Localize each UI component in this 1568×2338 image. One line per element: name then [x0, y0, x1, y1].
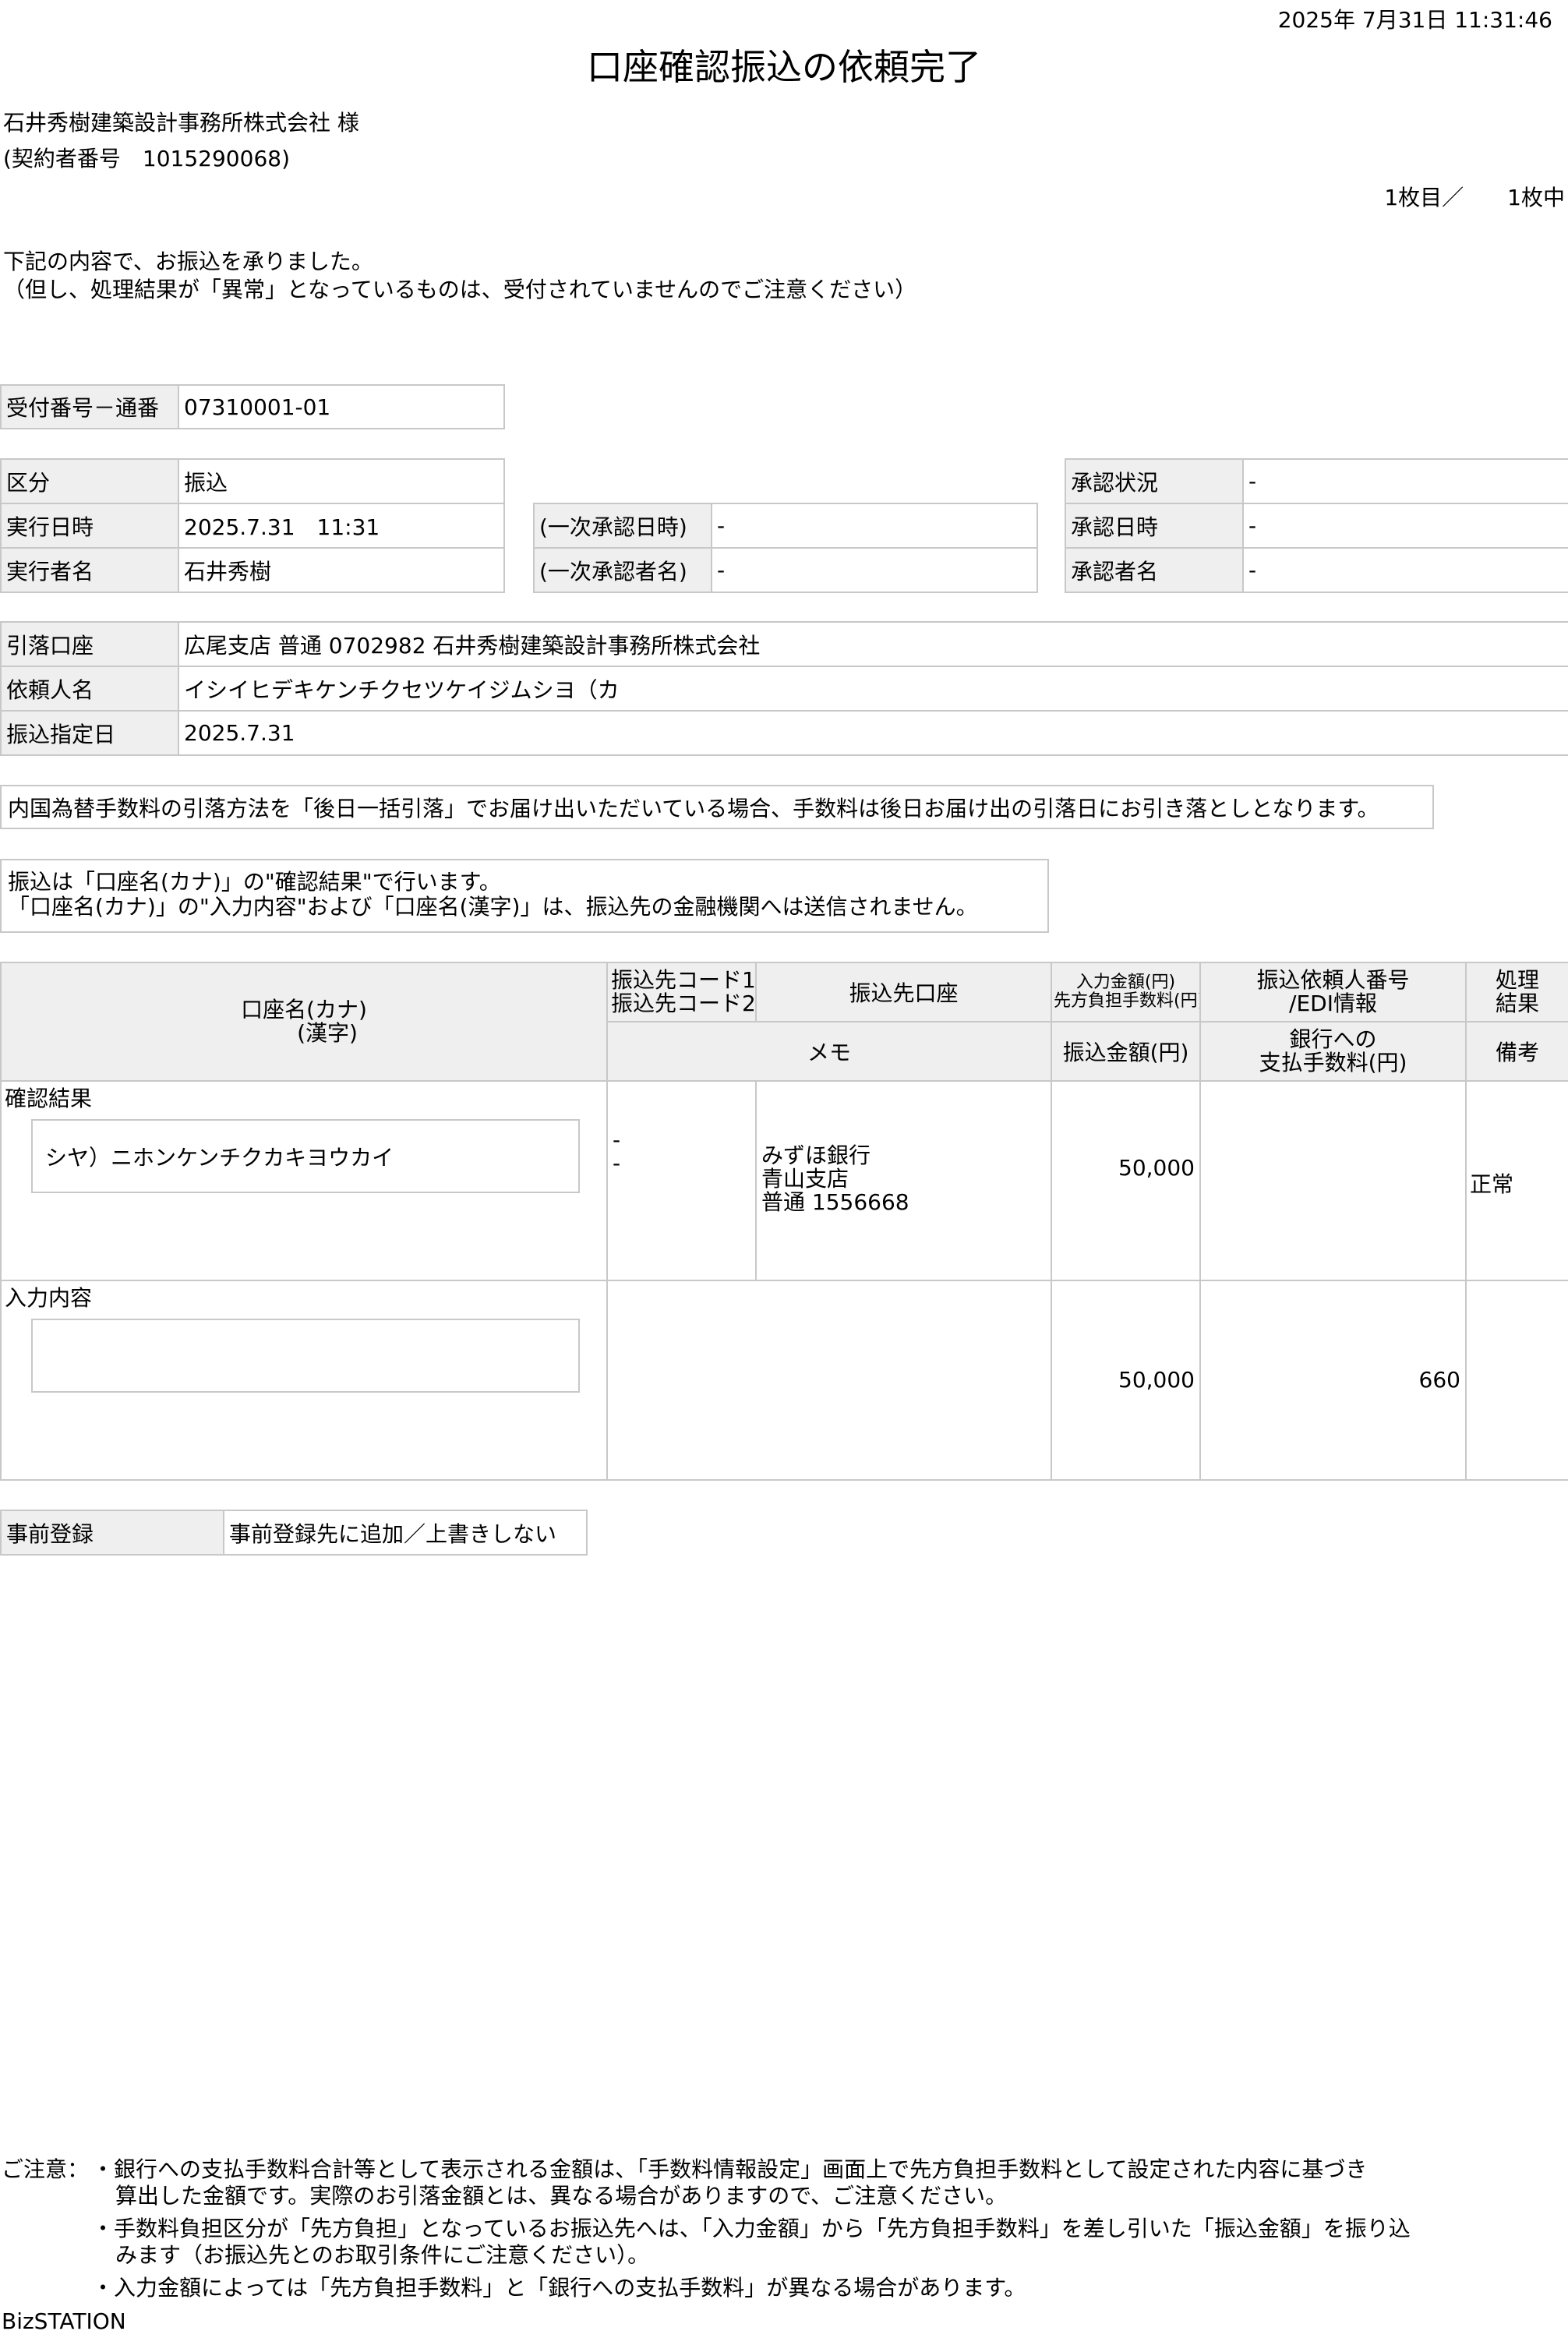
approval-person-label: 承認者名 — [1065, 547, 1244, 593]
intro-line-2: （但し、処理結果が「異常」となっているものは、受付されていませんのでご注意くださ… — [3, 277, 917, 302]
bank-fee: 660 — [1199, 1280, 1467, 1481]
kana-note-line-1: 振込は「口座名(カナ)」の"確認結果"で行います。 — [8, 869, 501, 895]
approval-date-label: 承認日時 — [1065, 503, 1244, 549]
receipt-table: 受付番号－通番 07310001-01 — [0, 384, 505, 429]
header-bank-fee: 銀行への 支払手数料(円) — [1199, 1021, 1467, 1082]
header-requester-no: 振込依頼人番号 — [1256, 967, 1410, 993]
header-bank-fee-2: 支払手数料(円) — [1259, 1050, 1407, 1075]
dest-account-cell: みずほ銀行 青山支店 普通 1556668 — [755, 1080, 1052, 1281]
confirm-amount: 50,000 — [1051, 1080, 1201, 1281]
note-1b: 算出した金額です。実際のお引落金額とは、異なる場合がありますので、ご注意ください… — [115, 2183, 1008, 2209]
dest-account-number: 普通 1556668 — [761, 1189, 909, 1215]
exec-person-label: 実行者名 — [0, 547, 179, 593]
header-dest-account: 振込先口座 — [755, 962, 1052, 1022]
header-memo: メモ — [606, 1021, 1052, 1082]
header-edi: /EDI情報 — [1289, 991, 1377, 1016]
status-badge: 正常 — [1465, 1080, 1568, 1281]
header-bank-fee-1: 銀行への — [1289, 1026, 1377, 1052]
debit-account-value: 広尾支店 普通 0702982 石井秀樹建築設計事務所株式会社 — [178, 621, 1568, 667]
approval-table: 承認状況 - 承認日時 - 承認者名 - — [1065, 458, 1568, 593]
dest-branch: 青山支店 — [761, 1166, 849, 1192]
first-approval-person-label: (一次承認者名) — [533, 547, 712, 593]
input-amount: 50,000 — [1051, 1280, 1201, 1481]
exec-date-label: 実行日時 — [0, 503, 179, 549]
confirm-name: シヤ）ニホンケンチクカキヨウカイ — [45, 1144, 394, 1171]
transfer-detail-table: 口座名(カナ) (漢字) 振込先コード1 振込先コード2 振込先口座 入力金額(… — [0, 962, 1568, 1481]
header-result-2: 結果 — [1495, 991, 1539, 1016]
memo-cell — [606, 1280, 1052, 1481]
kana-note-line-2: 「口座名(カナ)」の"入力内容"および「口座名(漢字)」は、振込先の金融機関へは… — [8, 894, 978, 920]
header-code-1: 振込先コード1 — [611, 967, 756, 993]
confirm-result-label: 確認結果 — [5, 1086, 93, 1111]
input-content-cell: 入力内容 — [0, 1280, 608, 1481]
page-title: 口座確認振込の依頼完了 — [587, 46, 981, 88]
dest-code-cell: - - — [606, 1080, 757, 1281]
dest-bank: みずほ銀行 — [761, 1143, 871, 1168]
header-transfer-amount: 振込金額(円) — [1051, 1021, 1201, 1082]
requester-label: 依頼人名 — [0, 666, 179, 712]
company-name: 石井秀樹建築設計事務所株式会社 様 — [3, 110, 359, 136]
pre-registration-value: 事前登録先に追加／上書きしない — [223, 1510, 588, 1556]
header-input-amount: 入力金額(円) — [1075, 973, 1176, 992]
transfer-date-value: 2025.7.31 — [178, 710, 1568, 756]
remarks-cell — [1465, 1280, 1568, 1481]
account-table: 引落口座 広尾支店 普通 0702982 石井秀樹建築設計事務所株式会社 依頼人… — [0, 621, 1568, 756]
pre-registration-table: 事前登録 事前登録先に追加／上書きしない — [0, 1510, 588, 1556]
table-row: 入力内容 50,000 660 — [0, 1280, 1568, 1481]
execution-table: 区分 振込 実行日時 2025.7.31 11:31 実行者名 石井秀樹 — [0, 458, 505, 593]
approval-date-value: - — [1242, 503, 1568, 549]
input-content-label: 入力内容 — [5, 1285, 93, 1311]
contract-number: (契約者番号 1015290068) — [3, 146, 290, 171]
timestamp: 2025年 7月31日 11:31:46 — [1277, 7, 1552, 33]
exec-date-value: 2025.7.31 11:31 — [178, 503, 505, 549]
exec-person-value: 石井秀樹 — [178, 547, 505, 593]
footer-brand: BizSTATION — [2, 2308, 126, 2334]
header-requester: 振込依頼人番号 /EDI情報 — [1199, 962, 1467, 1022]
table-row: 確認結果 シヤ）ニホンケンチクカキヨウカイ - - みずほ銀行 青山支店 普通 … — [0, 1080, 1568, 1281]
header-result: 処理 結果 — [1465, 962, 1568, 1022]
input-name-box — [31, 1319, 580, 1393]
approval-status-label: 承認状況 — [1065, 458, 1244, 504]
fee-note: 内国為替手数料の引落方法を「後日一括引落」でお届け出いただいている場合、手数料は… — [0, 785, 1434, 829]
intro-line-1: 下記の内容で、お振込を承りました。 — [3, 249, 373, 274]
debit-account-label: 引落口座 — [0, 621, 179, 667]
first-approval-table: (一次承認日時) - (一次承認者名) - — [533, 503, 1038, 593]
note-2b: みます（お振込先とのお取引条件にご注意ください）。 — [115, 2242, 650, 2268]
requester-no-cell — [1199, 1080, 1467, 1281]
first-approval-person-value: - — [711, 547, 1038, 593]
header-account-name-kana: 口座名(カナ) — [241, 997, 367, 1022]
approval-status-value: - — [1242, 458, 1568, 504]
approval-person-value: - — [1242, 547, 1568, 593]
page-count: 1枚目／ 1枚中 — [1384, 185, 1565, 210]
first-approval-date-label: (一次承認日時) — [533, 503, 712, 549]
header-dest-codes: 振込先コード1 振込先コード2 — [606, 962, 757, 1022]
requester-value: イシイヒデキケンチクセツケイジムシヨ（カ — [178, 666, 1568, 712]
kana-note: 振込は「口座名(カナ)」の"確認結果"で行います。 「口座名(カナ)」の"入力内… — [0, 859, 1049, 933]
header-result-1: 処理 — [1495, 967, 1539, 993]
transfer-date-label: 振込指定日 — [0, 710, 179, 756]
dest-code-2: - — [613, 1150, 621, 1176]
pre-registration-label: 事前登録 — [0, 1510, 224, 1556]
kubun-label: 区分 — [0, 458, 179, 504]
notes-prefix: ご注意： — [2, 2156, 90, 2182]
note-3: ・入力金額によっては「先方負担手数料」と「銀行への支払手数料」が異なる場合があり… — [92, 2275, 1026, 2301]
header-prepaid-fee: 先方負担手数料(円) — [1054, 991, 1200, 1011]
first-approval-date-value: - — [711, 503, 1038, 549]
receipt-label: 受付番号－通番 — [0, 384, 179, 429]
header-account-name-kanji: (漢字) — [297, 1020, 358, 1046]
confirm-result-cell: 確認結果 シヤ）ニホンケンチクカキヨウカイ — [0, 1080, 608, 1281]
dest-code-1: - — [613, 1127, 621, 1153]
header-remarks: 備考 — [1465, 1021, 1568, 1082]
confirm-name-box: シヤ）ニホンケンチクカキヨウカイ — [31, 1119, 580, 1193]
kubun-value: 振込 — [178, 458, 505, 504]
header-code-2: 振込先コード2 — [611, 991, 756, 1016]
header-account-name: 口座名(カナ) (漢字) — [0, 962, 608, 1082]
receipt-value: 07310001-01 — [178, 384, 505, 429]
header-amounts: 入力金額(円) 先方負担手数料(円) — [1051, 962, 1201, 1022]
